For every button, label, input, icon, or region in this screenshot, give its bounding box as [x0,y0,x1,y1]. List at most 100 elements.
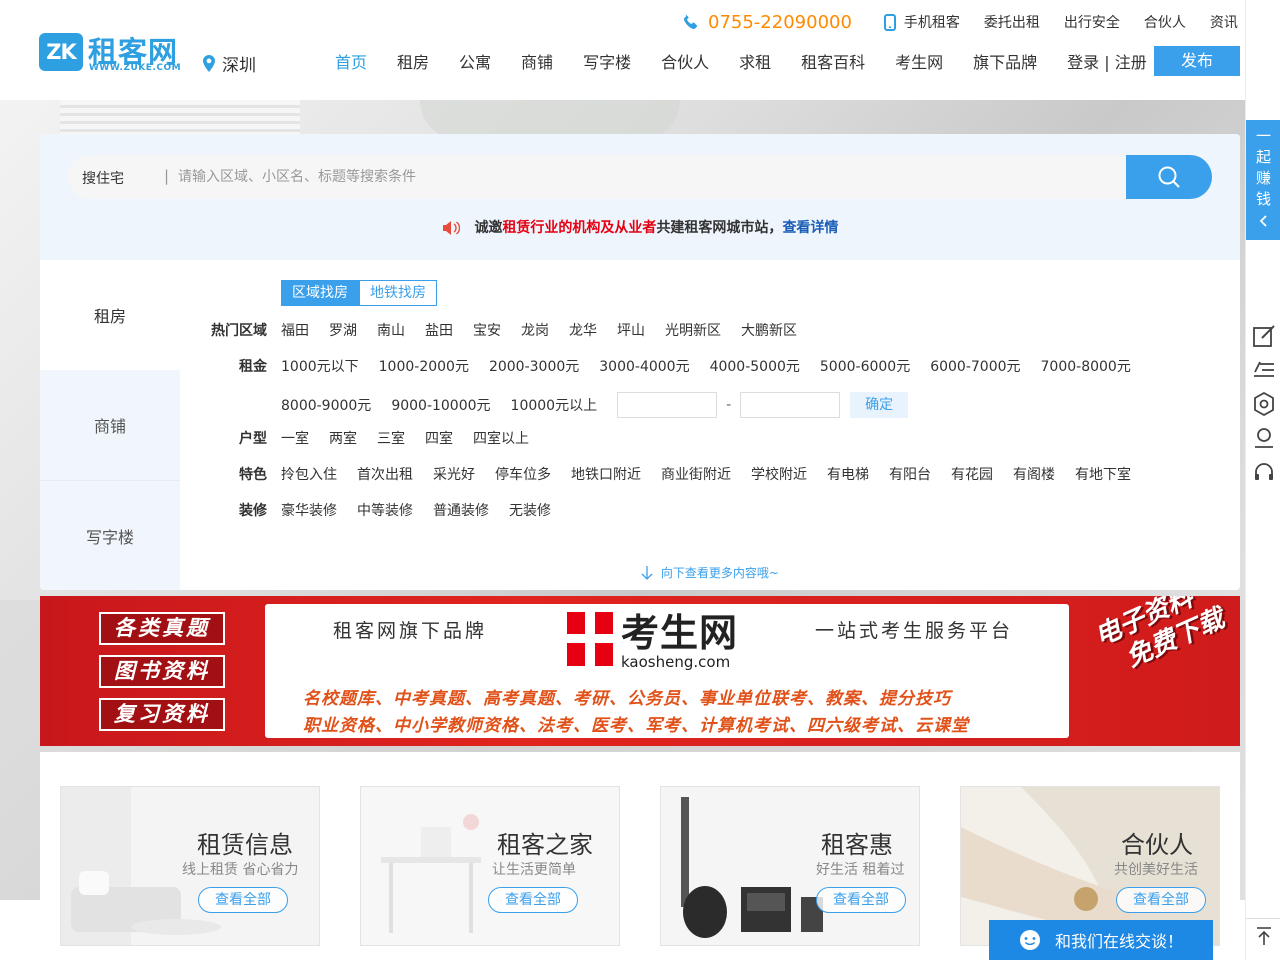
rent-option[interactable]: 1000元以下 [281,356,359,376]
nav-partner[interactable]: 合伙人 [661,49,709,73]
tab-subway-search[interactable]: 地铁找房 [359,280,437,306]
area-option[interactable]: 福田 [281,320,309,340]
invite-details-link[interactable]: 查看详情 [782,220,838,236]
decor-option[interactable]: 无装修 [509,500,551,520]
feature-option[interactable]: 学校附近 [751,464,807,484]
rent-option[interactable]: 1000-2000元 [379,356,469,376]
area-option[interactable]: 宝安 [473,320,501,340]
search-panel: 搜住宅 | 诚邀租赁行业的机构及从业者共建租客网城市站，查看详情 租房 商铺 写… [40,134,1240,590]
rent-option[interactable]: 2000-3000元 [489,356,579,376]
filter-label-rent: 租金 [239,359,267,375]
rent-option[interactable]: 10000元以上 [511,395,598,415]
feature-option[interactable]: 商业街附近 [661,464,731,484]
search-input[interactable] [178,162,1058,192]
earn-together-tab[interactable]: 一 起 赚 钱 [1246,120,1280,240]
category-tab-office[interactable]: 写字楼 [40,480,180,590]
feature-option[interactable]: 有花园 [951,464,993,484]
category-tab-rent[interactable]: 租房 [40,260,180,370]
area-option[interactable]: 坪山 [617,320,645,340]
feature-option[interactable]: 有电梯 [827,464,869,484]
publish-button[interactable]: 发布 [1154,46,1240,76]
site-header: ZK 租客网 WWW.ZUKE.COM 深圳 0755-22090000 手机租… [0,0,1245,100]
nav-kaosheng[interactable]: 考生网 [895,49,943,73]
decor-option[interactable]: 中等装修 [357,500,413,520]
layout-option[interactable]: 四室以上 [473,428,529,448]
topbar-entrust-link[interactable]: 委托出租 [984,12,1040,32]
rent-option[interactable]: 7000-8000元 [1041,356,1131,376]
kaosheng-logo-en: kaosheng.com [621,653,731,671]
nav-shop[interactable]: 商铺 [521,49,553,73]
view-all-button[interactable]: 查看全部 [488,887,578,913]
feature-option[interactable]: 有阁楼 [1013,464,1055,484]
card-home[interactable]: 租客之家 让生活更简单 查看全部 [360,786,620,946]
filter-row-rent-2: 8000-9000元 9000-10000元 10000元以上 - 确定 [180,392,909,418]
view-all-button[interactable]: 查看全部 [1116,887,1206,913]
filter-row-layout: 户型 一室 两室 三室 四室 四室以上 [180,428,549,448]
feature-option[interactable]: 地铁口附近 [571,464,641,484]
rent-max-input[interactable] [740,392,841,418]
feature-option[interactable]: 有地下室 [1075,464,1131,484]
view-all-button[interactable]: 查看全部 [816,887,906,913]
area-option[interactable]: 罗湖 [329,320,357,340]
city-selector[interactable]: 深圳 [203,51,256,76]
nav-home[interactable]: 首页 [335,49,367,73]
rent-option[interactable]: 8000-9000元 [281,395,371,415]
banner-content: 租客网旗下品牌 考生网 kaosheng.com 一站式考生服务平台 名校题库、… [265,604,1069,738]
user-icon[interactable] [1252,426,1276,450]
view-all-button[interactable]: 查看全部 [198,887,288,913]
feature-option[interactable]: 拎包入住 [281,464,337,484]
kaosheng-banner[interactable]: 各类真题 图书资料 复习资料 租客网旗下品牌 考生网 kaosheng.com … [40,596,1240,746]
topbar-safety-link[interactable]: 出行安全 [1064,12,1120,32]
edit-icon[interactable] [1252,324,1276,348]
feature-option[interactable]: 首次出租 [357,464,413,484]
filter-label-layout: 户型 [239,431,267,447]
decor-option[interactable]: 普通装修 [433,500,489,520]
rent-option[interactable]: 4000-5000元 [710,356,800,376]
area-option[interactable]: 南山 [377,320,405,340]
back-to-top-button[interactable] [1246,918,1280,952]
nav-rent[interactable]: 租房 [397,49,429,73]
topbar-partner-link[interactable]: 合伙人 [1144,12,1186,32]
rent-min-input[interactable] [617,392,718,418]
search-type-selector[interactable]: 搜住宅 [82,168,124,188]
tab-area-search[interactable]: 区域找房 [281,280,359,306]
card-subtitle: 共创美好生活 [1114,862,1198,878]
nav-wiki[interactable]: 租客百科 [801,49,865,73]
feature-option[interactable]: 停车位多 [495,464,551,484]
card-rental-info[interactable]: 租赁信息 线上租赁 省心省力 查看全部 [60,786,320,946]
layout-option[interactable]: 四室 [425,428,453,448]
category-tabs: 租房 商铺 写字楼 [40,260,180,590]
settings-icon[interactable] [1252,392,1276,416]
category-tab-shop[interactable]: 商铺 [40,370,180,480]
feature-option[interactable]: 有阳台 [889,464,931,484]
nav-office[interactable]: 写字楼 [583,49,631,73]
layout-option[interactable]: 三室 [377,428,405,448]
search-button[interactable] [1126,155,1212,199]
rent-option[interactable]: 5000-6000元 [820,356,910,376]
topbar-news-link[interactable]: 资讯 [1210,12,1238,32]
layout-option[interactable]: 一室 [281,428,309,448]
area-option[interactable]: 盐田 [425,320,453,340]
feature-option[interactable]: 采光好 [433,464,475,484]
scroll-more-hint[interactable]: 向下查看更多内容哦~ [180,564,1240,581]
area-option[interactable]: 光明新区 [665,320,721,340]
login-register-link[interactable]: 登录 | 注册 [1067,49,1147,73]
nav-brands[interactable]: 旗下品牌 [973,49,1037,73]
area-option[interactable]: 龙华 [569,320,597,340]
rent-option[interactable]: 6000-7000元 [930,356,1020,376]
site-logo[interactable]: ZK 租客网 WWW.ZUKE.COM [39,31,191,73]
list-icon[interactable] [1252,358,1276,382]
nav-apartment[interactable]: 公寓 [459,49,491,73]
decor-option[interactable]: 豪华装修 [281,500,337,520]
headset-icon[interactable] [1252,460,1276,484]
card-benefits[interactable]: 租客惠 好生活 租着过 查看全部 [660,786,920,946]
rent-option[interactable]: 3000-4000元 [599,356,689,376]
area-option[interactable]: 龙岗 [521,320,549,340]
rent-option[interactable]: 9000-10000元 [391,395,490,415]
area-option[interactable]: 大鹏新区 [741,320,797,340]
rent-confirm-button[interactable]: 确定 [850,392,909,418]
topbar-mobile-link[interactable]: 手机租客 [883,12,960,32]
layout-option[interactable]: 两室 [329,428,357,448]
online-chat-button[interactable]: 和我们在线交谈！ [989,920,1213,960]
nav-wanted[interactable]: 求租 [739,49,771,73]
